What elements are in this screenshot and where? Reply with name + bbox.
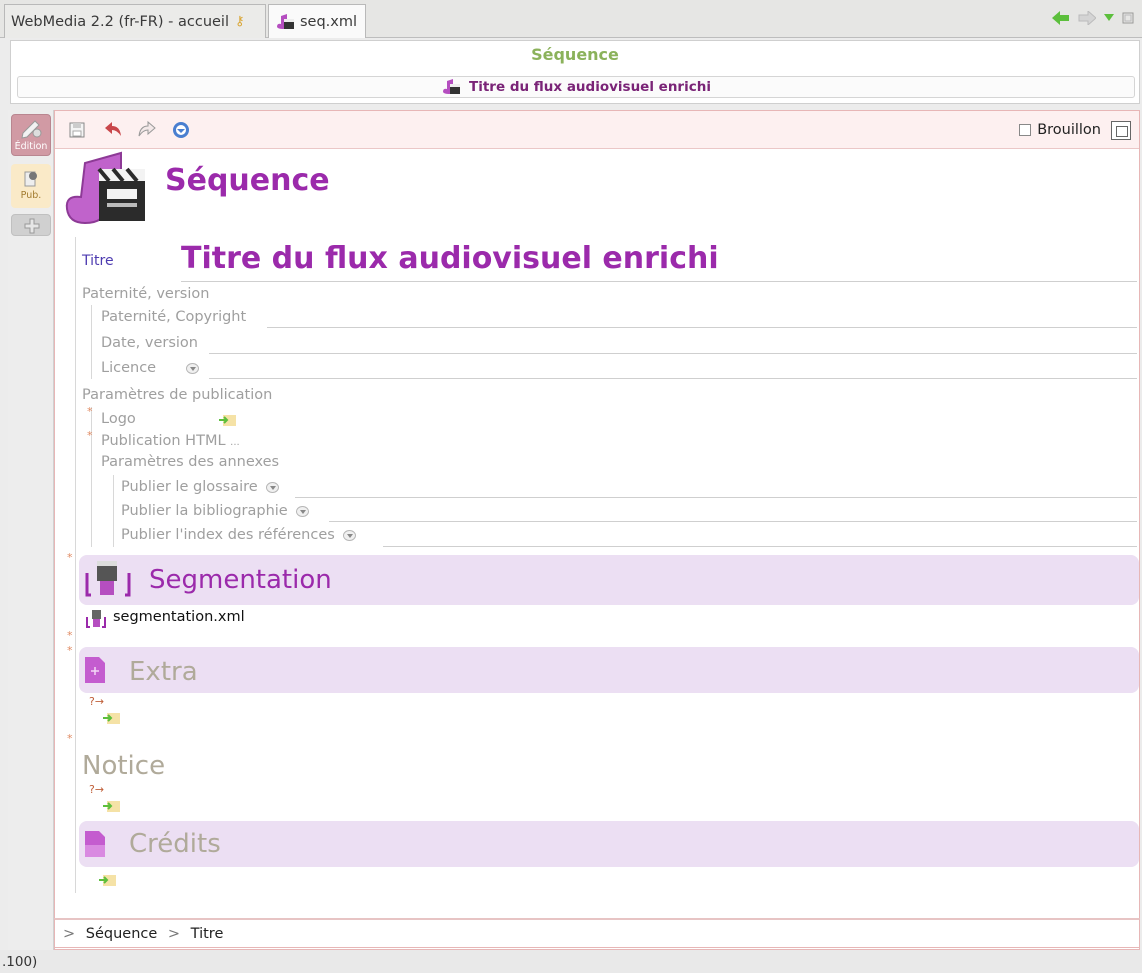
header-title: Séquence [531,45,619,64]
maximize-button[interactable] [1111,121,1131,140]
pencil-icon [21,120,42,139]
params-pub-label: Paramètres de publication [82,387,273,403]
segmentation-title: Segmentation [149,565,332,595]
required-marker: * [67,732,73,745]
header-subtitle: Titre du flux audiovisuel enrichi [469,79,711,95]
import-icon[interactable] [99,873,117,887]
extra-section[interactable] [79,647,1139,693]
navigate-icon[interactable] [171,120,191,140]
edition-label: Édition [14,141,48,152]
sequence-icon [441,79,461,95]
licence-label: Licence [101,360,200,376]
missing-link-marker: ?→ [89,695,105,708]
document-type-title: Séquence [165,163,330,198]
sequence-file-icon [275,13,295,31]
titre-field[interactable]: Titre du flux audiovisuel enrichi [181,241,719,276]
tab-seq-label: seq.xml [300,13,358,30]
required-marker: * [87,429,93,442]
sequence-large-icon [65,151,145,225]
window-icon[interactable] [1122,12,1134,24]
add-mode-button[interactable] [11,214,51,236]
undo-icon[interactable] [103,120,123,140]
segmentation-file-link[interactable]: segmentation.xml [113,609,245,625]
index-refs-label: Publier l'index des références [121,527,356,543]
pub-label: Pub. [20,190,42,201]
extra-page-icon [85,657,105,683]
breadcrumb-sep: > [63,926,76,942]
glossaire-select[interactable] [265,481,279,493]
header-subtitle-bar[interactable]: Titre du flux audiovisuel enrichi [17,76,1135,98]
biblio-select[interactable] [295,505,309,517]
brouillon-checkbox[interactable] [1019,124,1032,136]
missing-link-marker: ?→ [89,783,105,796]
breadcrumb-item-titre[interactable]: Titre [191,926,224,942]
redo-icon[interactable] [137,120,157,140]
save-icon[interactable] [67,120,87,140]
date-version-label: Date, version [101,335,198,351]
segmentation-icon [85,561,131,597]
breadcrumb-sep: > [167,926,181,942]
index-refs-select[interactable] [342,529,356,541]
credits-title: Crédits [129,829,221,859]
annexes-guide [113,475,114,547]
params-guide [91,407,92,547]
import-icon[interactable] [103,799,121,813]
publication-html-more[interactable]: ... [230,437,240,448]
titre-underline [181,281,1137,282]
document-header: Séquence Titre du flux audiovisuel enric… [10,40,1140,104]
required-marker: * [67,551,73,564]
biblio-label: Publier la bibliographie [121,503,309,519]
publication-html-label: Publication HTML ... [101,433,240,449]
forward-arrow-icon[interactable] [1078,11,1096,25]
tab-accueil[interactable]: WebMedia 2.2 (fr-FR) - accueil ⚷ [4,4,266,38]
key-icon: ⚷ [235,14,245,29]
licence-underline [209,378,1137,379]
gear-icon [24,171,37,187]
tree-guide [75,237,76,893]
paternite-label: Paternité, version [82,286,210,302]
status-bar: .100) [0,950,1142,973]
status-text: .100) [2,954,38,970]
editor-panel: Brouillon Séquence Titre Titre du flux a… [54,110,1140,950]
brouillon-toggle[interactable]: Brouillon [1019,122,1101,138]
required-marker: * [87,405,93,418]
import-icon[interactable] [103,711,121,725]
edition-mode-button[interactable]: Édition [11,114,51,156]
date-version-field[interactable] [209,353,1137,354]
mode-sidebar: Édition Pub. [8,110,54,950]
publication-mode-button[interactable]: Pub. [11,164,51,208]
paternite-guide [91,305,92,379]
tab-accueil-label: WebMedia 2.2 (fr-FR) - accueil [11,13,229,30]
editor-toolbar: Brouillon [55,111,1139,149]
credits-section[interactable] [79,821,1139,867]
paternite-copyright-field[interactable] [267,327,1137,328]
document-content: Séquence Titre Titre du flux audiovisuel… [55,149,1139,949]
paternite-copyright-label: Paternité, Copyright [101,309,247,325]
import-icon[interactable] [219,413,237,427]
licence-select[interactable] [186,362,200,374]
tab-bar: WebMedia 2.2 (fr-FR) - accueil ⚷ seq.xml [0,0,1142,38]
titre-label: Titre [82,253,114,269]
back-arrow-icon[interactable] [1052,11,1070,25]
segmentation-file-icon [86,610,106,628]
extra-title: Extra [129,657,198,687]
nav-controls [1052,11,1134,25]
index-refs-underline [383,546,1137,547]
plus-icon [24,218,40,234]
tab-seq-xml[interactable]: seq.xml [268,4,366,38]
glossaire-underline [295,497,1137,498]
params-annexes-label: Paramètres des annexes [101,454,280,470]
dropdown-icon[interactable] [1104,14,1114,22]
required-marker: * [67,629,73,642]
breadcrumb-item-sequence[interactable]: Séquence [86,926,158,942]
breadcrumb: > Séquence > Titre [54,918,1140,948]
required-marker: * [67,644,73,657]
biblio-underline [329,521,1137,522]
notice-title[interactable]: Notice [82,751,165,781]
brouillon-label: Brouillon [1037,122,1101,138]
credits-page-icon [85,831,105,857]
glossaire-label: Publier le glossaire [121,479,279,495]
logo-label: Logo [101,411,136,427]
